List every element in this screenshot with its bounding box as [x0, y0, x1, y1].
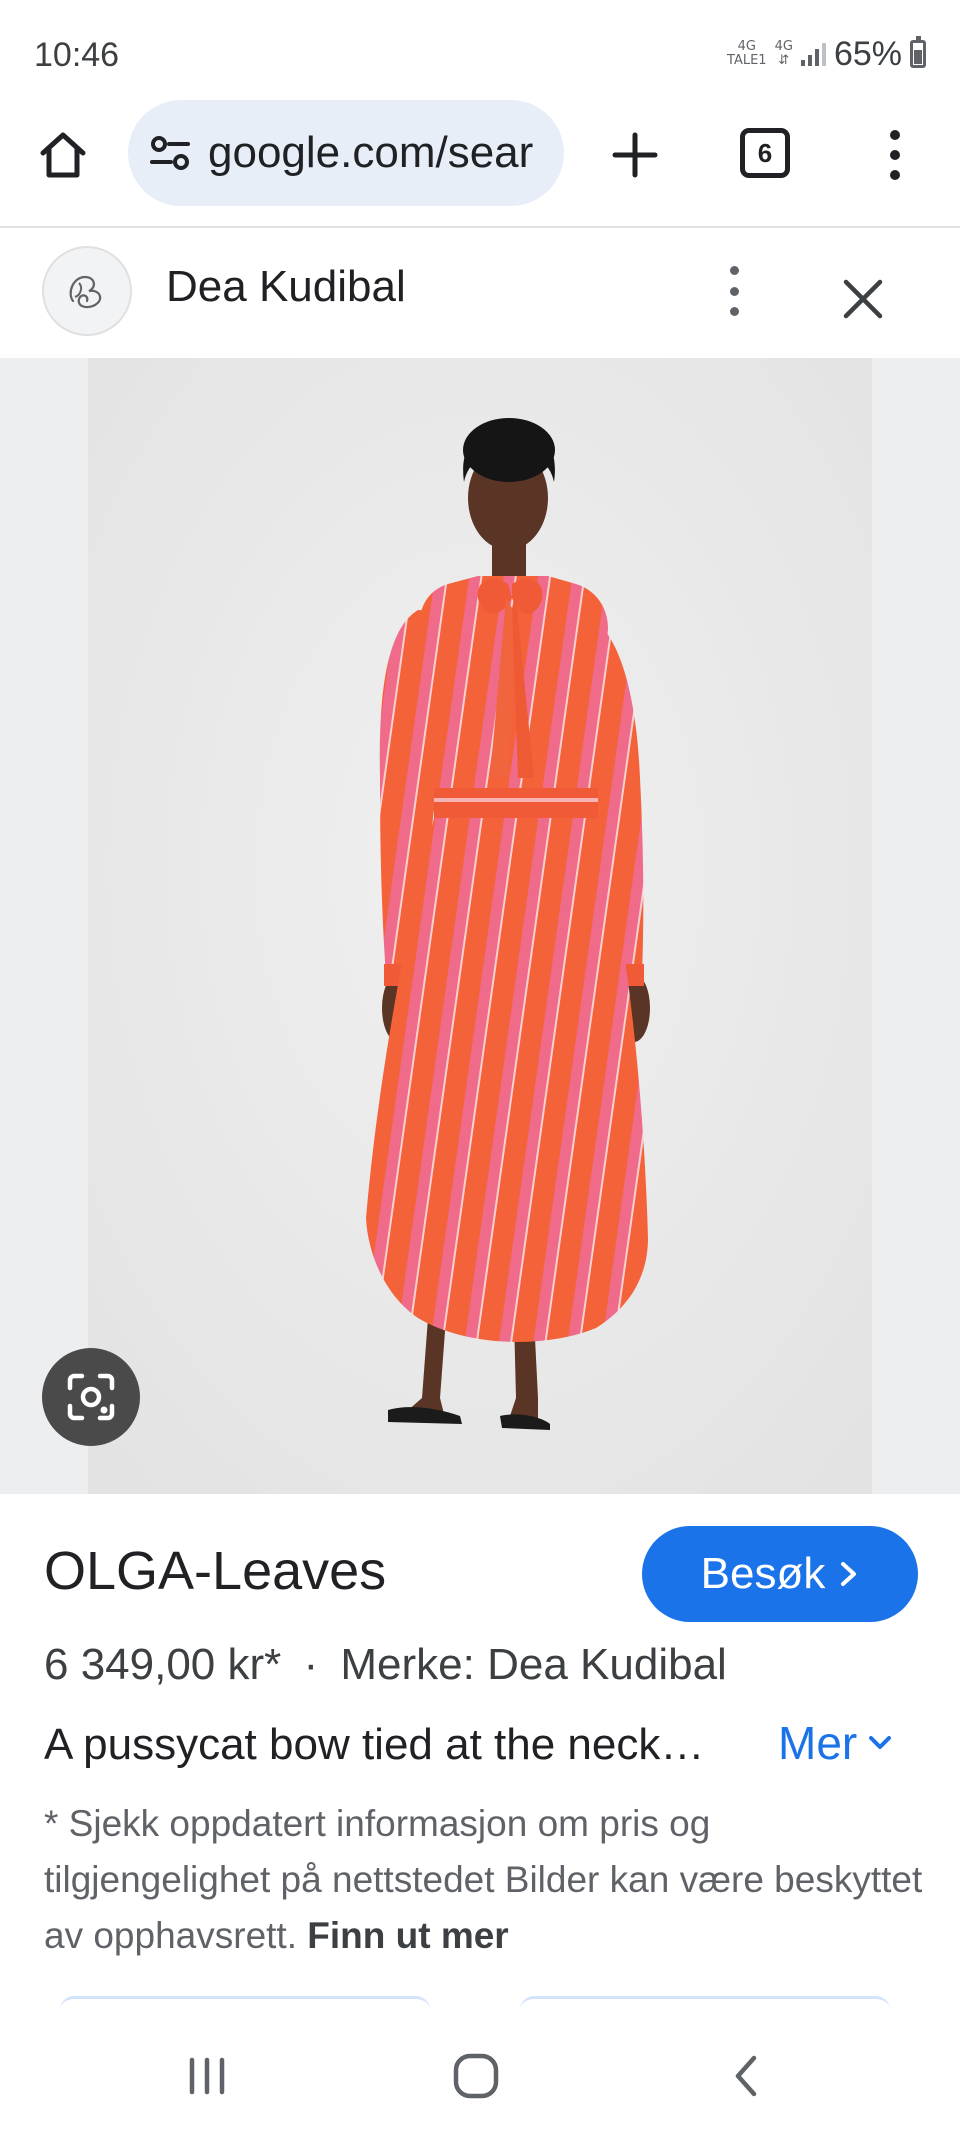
visit-button-label: Besøk: [700, 1549, 826, 1598]
home-icon: [40, 132, 86, 178]
more-button[interactable]: Mer: [778, 1716, 893, 1770]
browser-toolbar: google.com/sear 6: [0, 100, 960, 228]
new-tab-button[interactable]: [600, 120, 670, 190]
more-label: Mer: [778, 1717, 858, 1769]
status-time: 10:46: [34, 36, 120, 74]
home-button[interactable]: [30, 122, 96, 188]
recent-apps-button[interactable]: [175, 2044, 239, 2108]
price-brand-line: 6 349,00 kr* · Merke: Dea Kudibal: [44, 1640, 727, 1690]
site-info-icon[interactable]: [148, 133, 192, 173]
back-button[interactable]: [714, 2044, 778, 2108]
url-bar[interactable]: google.com/sear: [128, 100, 564, 206]
plus-icon: [612, 132, 658, 178]
brand: Merke: Dea Kudibal: [340, 1640, 727, 1689]
home-circle-icon: [453, 2053, 499, 2099]
visit-button[interactable]: Besøk: [642, 1526, 918, 1622]
product-description: A pussycat bow tied at the neck…: [44, 1720, 705, 1769]
browser-menu-button[interactable]: [870, 122, 920, 188]
network-indicator-1: 4G TALE1: [727, 39, 767, 68]
dress-model-photo: [88, 358, 872, 1494]
disclaimer: * Sjekk oppdatert informasjon om pris og…: [44, 1796, 924, 1964]
source-logo-icon: [69, 275, 102, 309]
lens-icon: [67, 1373, 115, 1421]
battery-icon: [910, 36, 926, 68]
close-icon[interactable]: [838, 274, 888, 324]
product-title: OLGA-Leaves: [44, 1541, 387, 1601]
source-more-button[interactable]: [722, 266, 746, 316]
url-text[interactable]: google.com/sear: [208, 128, 533, 178]
source-avatar[interactable]: [42, 246, 132, 336]
status-indicators: 4G TALE1 4G ⇵ 65%: [727, 34, 926, 74]
learn-more-link[interactable]: Finn ut mer: [307, 1915, 508, 1956]
source-header: Dea Kudibal: [0, 230, 960, 358]
more-vert-icon: [890, 130, 900, 140]
more-vert-icon: [729, 266, 739, 275]
related-cards-peek: [60, 1996, 900, 2010]
source-name[interactable]: Dea Kudibal: [166, 262, 406, 312]
battery-percent: 65%: [833, 34, 902, 73]
signal-icon: [800, 42, 826, 66]
recent-apps-icon: [189, 2057, 225, 2095]
chevron-right-icon: [841, 1562, 857, 1586]
network-indicator-2: 4G ⇵: [774, 39, 793, 68]
image-panel: [0, 358, 960, 1494]
price: 6 349,00 kr*: [44, 1640, 282, 1689]
status-bar: 10:46 4G TALE1 4G ⇵ 65%: [0, 0, 960, 100]
tab-switcher-button[interactable]: 6: [740, 128, 790, 178]
product-image[interactable]: [88, 358, 872, 1494]
google-lens-button[interactable]: [42, 1348, 140, 1446]
system-nav-bar: [0, 2020, 960, 2133]
home-nav-button[interactable]: [444, 2044, 508, 2108]
back-icon: [735, 2055, 757, 2097]
separator: ·: [303, 1640, 319, 1689]
chevron-down-icon: [869, 1736, 892, 1749]
